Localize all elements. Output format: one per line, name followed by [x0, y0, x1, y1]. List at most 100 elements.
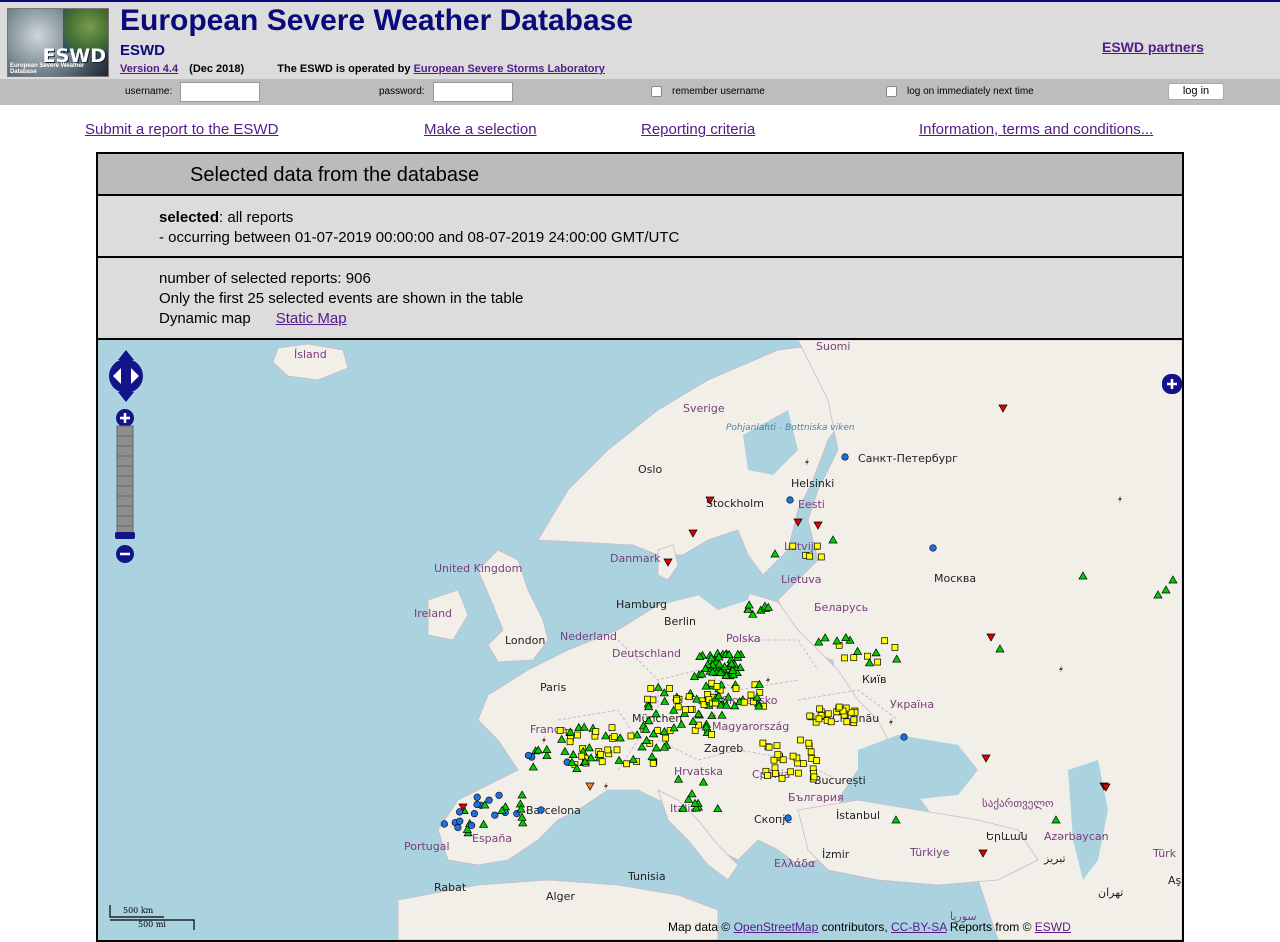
hail-marker[interactable]: [566, 738, 574, 746]
hail-marker[interactable]: [827, 718, 835, 726]
hail-marker[interactable]: [764, 772, 771, 779]
heavy-rain-marker[interactable]: [485, 796, 493, 804]
eswd-link[interactable]: ESWD: [1035, 920, 1071, 934]
hail-marker[interactable]: [806, 552, 814, 560]
hail-marker[interactable]: [881, 637, 889, 645]
hail-marker[interactable]: [708, 731, 715, 738]
hail-marker[interactable]: [850, 716, 858, 724]
heavy-rain-marker[interactable]: [841, 453, 849, 461]
hail-marker[interactable]: [816, 705, 823, 713]
hail-marker[interactable]: [666, 685, 673, 692]
hail-marker[interactable]: [674, 703, 682, 711]
hail-marker[interactable]: [592, 728, 600, 735]
hail-marker[interactable]: [843, 718, 851, 726]
remember-username-checkbox[interactable]: [651, 86, 662, 97]
password-input[interactable]: [433, 82, 513, 102]
osm-link[interactable]: OpenStreetMap: [734, 920, 819, 934]
hail-marker[interactable]: [850, 654, 858, 661]
hail-marker[interactable]: [795, 769, 802, 777]
map-canvas[interactable]: Ísland Suomi Sverige Pohjanlahti - Bottn…: [98, 340, 1182, 940]
hail-marker[interactable]: [662, 734, 670, 742]
hail-marker[interactable]: [770, 756, 778, 764]
hail-marker[interactable]: [789, 752, 797, 760]
layer-switcher-icon[interactable]: [1162, 374, 1182, 394]
hail-marker[interactable]: [824, 710, 832, 718]
hail-marker[interactable]: [747, 691, 755, 699]
operator-link[interactable]: European Severe Storms Laboratory: [414, 63, 605, 75]
pan-control[interactable]: [106, 348, 146, 404]
hail-marker[interactable]: [810, 773, 818, 781]
heavy-rain-marker[interactable]: [524, 751, 533, 760]
login-button[interactable]: log in: [1168, 83, 1224, 100]
heavy-rain-marker[interactable]: [440, 820, 448, 828]
hail-marker[interactable]: [649, 760, 657, 767]
heavy-rain-marker[interactable]: [470, 810, 478, 818]
auto-logon-checkbox[interactable]: [886, 86, 897, 97]
hail-marker[interactable]: [740, 698, 748, 706]
heavy-rain-marker[interactable]: [495, 791, 503, 799]
license-link[interactable]: CC-BY-SA: [891, 920, 947, 934]
hail-marker[interactable]: [874, 658, 881, 666]
heavy-rain-marker[interactable]: [473, 793, 481, 801]
hail-marker[interactable]: [891, 644, 899, 651]
heavy-rain-marker[interactable]: [456, 817, 464, 825]
hail-marker[interactable]: [654, 727, 662, 734]
heavy-rain-marker[interactable]: [786, 496, 794, 504]
hail-marker[interactable]: [799, 760, 807, 767]
nav-information[interactable]: Information, terms and conditions...: [919, 121, 1153, 138]
hail-marker[interactable]: [647, 685, 655, 692]
hail-marker[interactable]: [815, 715, 823, 723]
hail-marker[interactable]: [627, 732, 635, 740]
static-map-link[interactable]: Static Map: [276, 310, 347, 327]
hail-marker[interactable]: [623, 760, 630, 768]
hail-marker[interactable]: [835, 703, 843, 711]
hail-marker[interactable]: [608, 724, 616, 731]
hail-marker[interactable]: [787, 768, 794, 776]
hail-marker[interactable]: [806, 712, 814, 720]
heavy-rain-marker[interactable]: [537, 806, 545, 814]
zoom-bar[interactable]: [114, 408, 136, 568]
hail-marker[interactable]: [556, 727, 564, 734]
hail-marker[interactable]: [813, 542, 821, 550]
nav-make-selection[interactable]: Make a selection: [424, 121, 537, 138]
hail-marker[interactable]: [772, 770, 779, 777]
hail-marker[interactable]: [682, 706, 689, 714]
username-input[interactable]: [180, 82, 260, 102]
hail-marker[interactable]: [644, 695, 651, 703]
hail-marker[interactable]: [597, 750, 604, 758]
nav-submit-report[interactable]: Submit a report to the ESWD: [85, 121, 278, 138]
heavy-rain-marker[interactable]: [900, 733, 908, 741]
hail-marker[interactable]: [789, 542, 797, 550]
hail-marker[interactable]: [778, 774, 786, 782]
hail-marker[interactable]: [765, 743, 773, 751]
heavy-rain-marker[interactable]: [454, 823, 462, 832]
version-link[interactable]: Version 4.4: [120, 63, 178, 75]
dynamic-map[interactable]: Ísland Suomi Sverige Pohjanlahti - Bottn…: [98, 340, 1182, 940]
hail-marker[interactable]: [610, 733, 618, 741]
hail-marker[interactable]: [773, 742, 781, 750]
hail-marker[interactable]: [604, 746, 612, 754]
heavy-rain-marker[interactable]: [491, 811, 499, 819]
heavy-rain-marker[interactable]: [473, 800, 481, 809]
hail-marker[interactable]: [732, 685, 740, 692]
hail-marker[interactable]: [713, 683, 721, 690]
nav-reporting-criteria[interactable]: Reporting criteria: [641, 121, 755, 138]
hail-marker[interactable]: [759, 739, 767, 747]
hail-marker[interactable]: [613, 746, 621, 754]
hail-marker[interactable]: [774, 751, 782, 758]
hail-marker[interactable]: [817, 553, 825, 561]
hail-marker[interactable]: [685, 693, 693, 701]
hail-marker[interactable]: [841, 654, 848, 662]
heavy-rain-marker[interactable]: [467, 821, 476, 829]
hail-marker[interactable]: [813, 757, 820, 764]
partners-link[interactable]: ESWD partners: [1102, 39, 1204, 55]
hail-marker[interactable]: [598, 758, 606, 766]
hail-marker[interactable]: [574, 731, 581, 739]
hail-marker[interactable]: [805, 739, 813, 747]
hail-marker[interactable]: [807, 748, 815, 756]
hail-marker[interactable]: [673, 696, 681, 704]
hail-marker[interactable]: [797, 736, 804, 744]
hail-marker[interactable]: [578, 752, 586, 760]
heavy-rain-marker[interactable]: [784, 814, 792, 822]
hail-marker[interactable]: [771, 764, 779, 772]
